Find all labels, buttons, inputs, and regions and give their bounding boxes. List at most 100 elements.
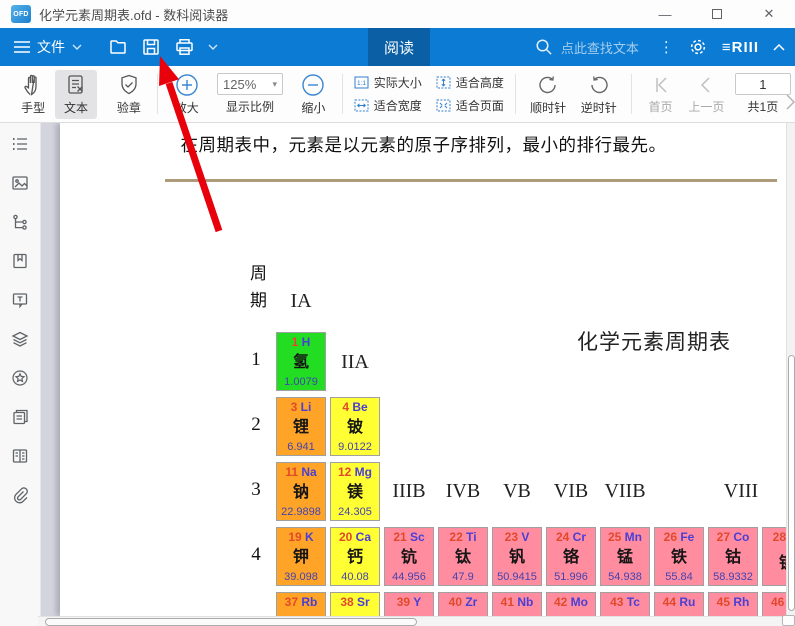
atomic-number: 43 <box>610 595 624 609</box>
element-symbol: Mn <box>621 530 643 544</box>
element-cell-Pd: 46 Pd钯 <box>762 592 787 616</box>
element-name: 钠 <box>292 483 309 501</box>
element-symbol: Y <box>410 595 422 609</box>
page-copies-icon[interactable] <box>11 408 29 426</box>
layers-icon[interactable] <box>11 330 29 348</box>
vertical-scrollbar[interactable] <box>786 123 795 616</box>
atomic-number: 19 <box>288 530 302 544</box>
group-label-iia: IIA <box>341 351 369 373</box>
book-columns-icon[interactable] <box>11 447 29 465</box>
actual-size-icon: 1:1 <box>354 76 369 89</box>
horizontal-scrollbar-thumb[interactable] <box>45 618 417 626</box>
atomic-number: 12 <box>337 465 352 479</box>
scrollbar-corner <box>782 615 795 626</box>
thumbnails-icon[interactable] <box>11 174 29 192</box>
open-folder-icon[interactable] <box>108 37 128 57</box>
annotation-icon[interactable] <box>11 291 29 309</box>
search-icon <box>536 39 552 55</box>
actual-size-button[interactable]: 1:1 实际大小 <box>354 74 422 91</box>
element-cell-Tc: 43 Tc锝 <box>600 592 650 616</box>
more-options-icon[interactable]: ⋮ <box>659 38 674 56</box>
table-title: 化学元素周期表 <box>577 330 731 354</box>
intro-text: 在周期表中，元素是以元素的原子序排列，最小的排行最先。 <box>180 135 667 155</box>
atomic-mass: 55.84 <box>665 571 693 583</box>
prev-page-button[interactable]: 上一页 <box>682 71 731 118</box>
fit-width-button[interactable]: 适合宽度 <box>354 97 422 114</box>
print-options-chevron-icon[interactable] <box>208 44 218 50</box>
atomic-number: 11 <box>285 465 298 479</box>
element-name: 氢 <box>292 353 309 371</box>
settings-gear-icon[interactable] <box>688 37 708 57</box>
next-page-icon[interactable] <box>783 91 795 113</box>
seal-star-icon[interactable] <box>11 369 29 387</box>
group-label-ivb: IVB <box>445 480 481 502</box>
element-cell-Fe: 26 Fe 铁 55.84 <box>654 527 704 586</box>
atomic-mass: 51.996 <box>554 571 588 583</box>
period-number-3: 3 <box>251 479 261 500</box>
element-cell-Be: 4 Be 铍 9.0122 <box>330 397 380 456</box>
hand-tool-button[interactable]: 手型 <box>12 70 55 119</box>
document-viewport[interactable]: 在周期表中，元素是以元素的原子序排列，最小的排行最先。 周期 IA IIA II… <box>41 123 795 616</box>
rotate-counterclockwise-button[interactable]: 逆时针 <box>573 70 624 119</box>
element-cell-Ru: 44 Ru钌 <box>654 592 704 616</box>
minimize-button[interactable]: — <box>639 0 691 28</box>
title-bar: OFD 化学元素周期表.ofd - 数科阅读器 — ✕ <box>0 0 795 28</box>
element-name: 钴 <box>724 548 741 566</box>
atomic-number: 23 <box>504 530 518 544</box>
verify-seal-button[interactable]: 验章 <box>107 70 150 119</box>
semantic-tree-icon[interactable] <box>11 213 29 231</box>
fit-height-button[interactable]: 适合高度 <box>436 74 504 91</box>
element-name: 钙 <box>346 548 363 566</box>
file-menu-button[interactable]: 文件 <box>14 37 82 57</box>
zoom-out-button[interactable]: 缩小 <box>292 70 335 119</box>
element-symbol: Ca <box>352 530 372 544</box>
period-number-1: 1 <box>251 349 261 370</box>
zoom-level-select[interactable]: 125% ▾ <box>217 73 284 95</box>
close-button[interactable]: ✕ <box>743 0 795 28</box>
text-tool-button[interactable]: 文本 <box>54 69 98 119</box>
element-symbol: Nb <box>514 595 534 609</box>
atomic-number: 21 <box>393 530 407 544</box>
navigation-sidebar <box>0 123 41 626</box>
fit-page-button[interactable]: 适合页面 <box>436 97 504 114</box>
tab-read[interactable]: 阅读 <box>368 28 430 66</box>
search-input[interactable]: 点此查找文本 <box>535 38 639 57</box>
vertical-scrollbar-thumb[interactable] <box>788 355 795 611</box>
element-name: 钾 <box>292 548 309 566</box>
bookmark-icon[interactable] <box>11 252 29 270</box>
element-cell-Mo: 42 Mo钼 <box>546 592 596 616</box>
element-cell-Y: 39 Y钇 <box>384 592 434 616</box>
atomic-number: 27 <box>716 530 730 544</box>
attachment-clip-icon[interactable] <box>11 486 29 504</box>
group-label-vib: VIB <box>553 480 589 502</box>
element-symbol: Mo <box>567 595 589 609</box>
maximize-button[interactable] <box>691 0 743 28</box>
atomic-number: 24 <box>555 530 570 544</box>
element-name: 钪 <box>400 548 417 566</box>
first-page-button[interactable]: 首页 <box>639 71 682 118</box>
collapse-toolbar-icon[interactable] <box>773 43 785 51</box>
element-cell-H: 1 H 氢 1.0079 <box>276 332 326 391</box>
horizontal-scrollbar[interactable] <box>38 616 782 626</box>
atomic-mass: 40.08 <box>341 571 369 583</box>
save-icon[interactable] <box>141 37 161 57</box>
print-icon[interactable] <box>174 37 195 57</box>
element-cell-K: 19 K 钾 39.098 <box>276 527 326 586</box>
element-symbol: Na <box>298 465 317 479</box>
atomic-number: 41 <box>500 595 514 609</box>
element-cell-Rb: 37 Rb铷 <box>276 592 326 616</box>
element-cell-Cr: 24 Cr 铬 51.996 <box>546 527 596 586</box>
select-caret-icon: ▾ <box>272 78 278 89</box>
outline-list-icon[interactable] <box>11 135 29 153</box>
element-symbol: Tc <box>623 595 640 609</box>
rotate-clockwise-button[interactable]: 顺时针 <box>523 70 574 119</box>
rotate-counterclockwise-icon <box>591 75 608 93</box>
group-label-viib: VIIB <box>604 480 646 502</box>
atomic-mass: 24.305 <box>338 506 372 518</box>
element-symbol: Ru <box>676 595 696 609</box>
atomic-number: 38 <box>340 595 354 609</box>
zoom-in-button[interactable]: 放大 <box>165 70 208 119</box>
element-cell-Sr: 38 Sr锶 <box>330 592 380 616</box>
search-placeholder: 点此查找文本 <box>560 40 639 56</box>
atomic-number: 45 <box>716 595 730 609</box>
